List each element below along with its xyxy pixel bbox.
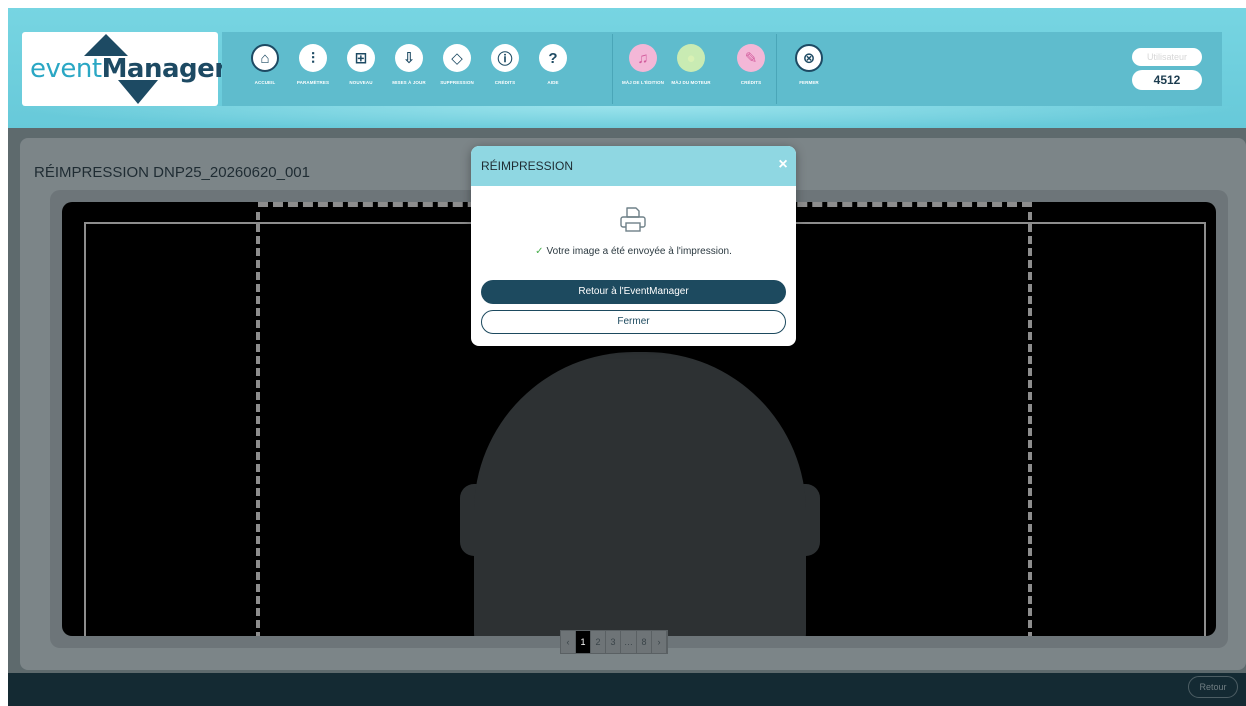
- pager-page[interactable]: 3: [606, 631, 621, 653]
- user-badge[interactable]: Utilisateur: [1132, 48, 1202, 66]
- pager-page[interactable]: 2: [591, 631, 606, 653]
- tool-parametres[interactable]: ⫶ PARAMÈTRES: [288, 44, 338, 102]
- pager-page[interactable]: 8: [637, 631, 652, 653]
- lightbulb-icon: ●: [677, 44, 705, 72]
- tool-label: SUPPRESSION: [440, 80, 474, 85]
- tool-label: MÀJ DU MOTEUR: [671, 80, 711, 85]
- dialog-title: RÉIMPRESSION: [481, 159, 574, 173]
- tool-suppression[interactable]: ◇ SUPPRESSION: [432, 44, 482, 102]
- logo-text-event: event: [30, 54, 102, 84]
- pager-page[interactable]: 1: [576, 631, 591, 653]
- tool-accueil[interactable]: ⌂ ACCUEIL: [240, 44, 290, 102]
- pager-ellipsis: …: [621, 631, 637, 653]
- dialog-message: ✓ Votre image a été envoyée à l'impressio…: [471, 246, 796, 257]
- page-title: RÉIMPRESSION DNP25_20260620_001: [34, 164, 310, 181]
- check-icon: ✓: [535, 246, 544, 257]
- credit-count-badge: 4512: [1132, 70, 1202, 90]
- printer-icon: [620, 207, 646, 232]
- home-icon: ⌂: [251, 44, 279, 72]
- tool-nouveau[interactable]: ⊞ NOUVEAU: [336, 44, 386, 102]
- footer-bar: [8, 673, 1246, 706]
- tool-fermer[interactable]: ⊗ FERMER: [784, 44, 834, 102]
- help-icon: ?: [539, 44, 567, 72]
- tool-maj-edition[interactable]: ♫ MÀJ DE L'ÉDITION: [618, 44, 668, 102]
- return-to-eventmanager-button[interactable]: Retour à l'EventManager: [481, 280, 786, 304]
- pagination: ‹ 1 2 3 … 8 ›: [560, 630, 668, 654]
- info-icon: ⓘ: [491, 44, 519, 72]
- logo-triangle-down: [118, 80, 158, 104]
- top-header: eventManager ⌂ ACCUEIL ⫶ PARAMÈTRES ⊞ NO…: [8, 8, 1246, 132]
- close-dialog-button[interactable]: Fermer: [481, 310, 786, 334]
- tool-label: NOUVEAU: [349, 80, 373, 85]
- tool-label: CRÉDITS: [494, 80, 516, 85]
- pager-prev[interactable]: ‹: [561, 631, 576, 653]
- sliders-icon: ⫶: [299, 44, 327, 72]
- main-toolbar: ⌂ ACCUEIL ⫶ PARAMÈTRES ⊞ NOUVEAU ⇩ MISES…: [222, 32, 1222, 106]
- back-button[interactable]: Retour: [1188, 676, 1238, 698]
- tool-label: ACCUEIL: [254, 80, 276, 85]
- logo: eventManager: [22, 32, 227, 106]
- tool-label: CRÉDITS: [740, 80, 762, 85]
- tool-credits-print[interactable]: ✎ CRÉDITS: [726, 44, 776, 102]
- crop-guide-left: [256, 212, 260, 636]
- tool-maj-moteur[interactable]: ● MÀJ DU MOTEUR: [666, 44, 716, 102]
- crop-guide-right: [1028, 212, 1032, 636]
- tool-label: AIDE: [547, 80, 559, 85]
- dialog-header: RÉIMPRESSION ×: [471, 146, 796, 186]
- hand-print-icon: ✎: [737, 44, 765, 72]
- close-icon[interactable]: ×: [773, 155, 793, 175]
- tool-credits[interactable]: ⓘ CRÉDITS: [480, 44, 530, 102]
- tool-label: PARAMÈTRES: [296, 80, 330, 85]
- pager-next[interactable]: ›: [652, 631, 667, 653]
- dialog-message-text: Votre image a été envoyée à l'impression…: [546, 246, 732, 257]
- tool-label: MISES À JOUR: [392, 80, 426, 85]
- bell-icon: ♫: [629, 44, 657, 72]
- toolbar-separator: [612, 34, 613, 104]
- reprint-dialog: RÉIMPRESSION × ✓ Votre image a été envoyé…: [471, 146, 796, 346]
- app-window: eventManager ⌂ ACCUEIL ⫶ PARAMÈTRES ⊞ NO…: [8, 8, 1246, 706]
- tool-label: MÀJ DE L'ÉDITION: [622, 80, 664, 85]
- download-tray-icon: ⇩: [395, 44, 423, 72]
- close-circle-icon: ⊗: [795, 44, 823, 72]
- plus-square-icon: ⊞: [347, 44, 375, 72]
- tool-mises-a-jour[interactable]: ⇩ MISES À JOUR: [384, 44, 434, 102]
- tool-label: FERMER: [799, 80, 819, 85]
- toolbar-separator: [776, 34, 777, 104]
- eraser-icon: ◇: [443, 44, 471, 72]
- logo-triangle-up: [84, 34, 128, 56]
- tool-aide[interactable]: ? AIDE: [528, 44, 578, 102]
